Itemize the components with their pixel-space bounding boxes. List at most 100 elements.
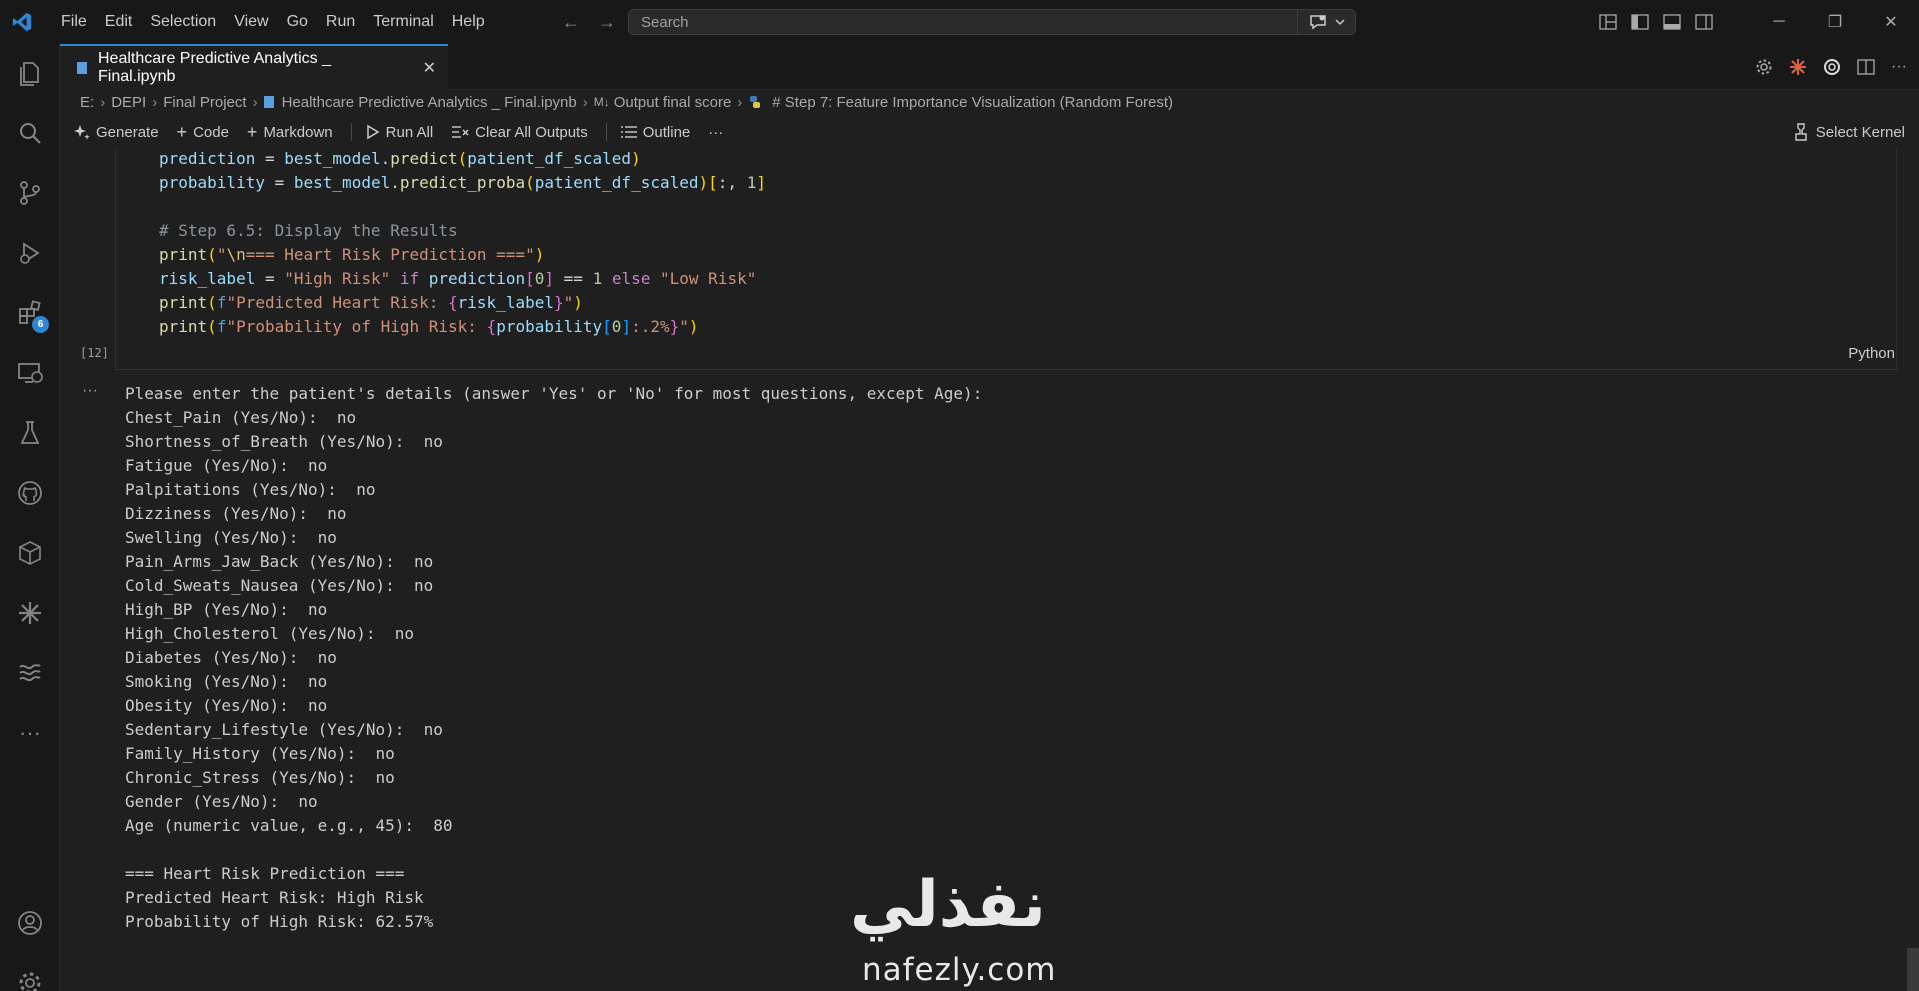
back-arrow-icon[interactable]: ← bbox=[562, 12, 580, 33]
outline-button[interactable]: Outline bbox=[620, 116, 690, 148]
extensions-icon[interactable]: 6 bbox=[0, 288, 60, 338]
menu-go[interactable]: Go bbox=[278, 0, 317, 44]
copilot-chat-button[interactable] bbox=[1297, 10, 1355, 34]
output-line: Smoking (Yes/No): no bbox=[125, 672, 328, 691]
gear-icon[interactable] bbox=[1755, 58, 1773, 76]
toolbar-divider bbox=[605, 123, 607, 141]
minimize-icon[interactable]: ─ bbox=[1751, 0, 1807, 44]
chevron-right-icon: › bbox=[252, 93, 258, 111]
output-actions-icon[interactable]: ··· bbox=[82, 382, 98, 400]
outline-icon bbox=[620, 126, 637, 138]
select-kernel-button[interactable]: Select Kernel bbox=[1794, 116, 1905, 148]
code-line[interactable]: prediction = best_model.predict(patient_… bbox=[159, 148, 641, 170]
more-toolbar-actions-icon[interactable]: ··· bbox=[708, 116, 723, 148]
notebook-file-icon bbox=[76, 62, 87, 74]
output-line: Fatigue (Yes/No): no bbox=[125, 456, 328, 475]
search-placeholder: Search bbox=[641, 13, 689, 31]
add-code-cell-button[interactable]: + Code bbox=[177, 116, 229, 148]
output-line: Gender (Yes/No): no bbox=[125, 792, 318, 811]
waves-icon[interactable] bbox=[0, 648, 60, 698]
menu-edit[interactable]: Edit bbox=[96, 0, 142, 44]
code-line[interactable]: risk_label = "High Risk" if prediction[0… bbox=[159, 268, 756, 290]
output-line: === Heart Risk Prediction === bbox=[125, 864, 405, 883]
more-actions-icon[interactable]: ··· bbox=[1891, 58, 1907, 76]
sparkle-ai-icon[interactable] bbox=[0, 588, 60, 638]
openai-icon[interactable] bbox=[1823, 58, 1841, 76]
tab-close-icon[interactable]: ✕ bbox=[423, 58, 436, 78]
output-line: Pain_Arms_Jaw_Back (Yes/No): no bbox=[125, 552, 434, 571]
breadcrumb-notebook[interactable]: Healthcare Predictive Analytics _ Final.… bbox=[282, 94, 577, 111]
chevron-right-icon: › bbox=[737, 93, 743, 111]
select-kernel-label: Select Kernel bbox=[1815, 123, 1905, 141]
output-line: Chest_Pain (Yes/No): no bbox=[125, 408, 357, 427]
kernel-icon bbox=[1795, 123, 1807, 141]
claude-icon[interactable] bbox=[1789, 58, 1807, 76]
restore-icon[interactable]: ❐ bbox=[1807, 0, 1863, 44]
clear-all-outputs-button[interactable]: Clear All Outputs bbox=[451, 116, 588, 148]
toggle-panel-icon[interactable] bbox=[1663, 14, 1681, 30]
watermark-arabic: نفذلي bbox=[850, 868, 1046, 942]
menu-selection[interactable]: Selection bbox=[141, 0, 225, 44]
command-center-search[interactable]: Search bbox=[628, 9, 1356, 35]
menu-view[interactable]: View bbox=[225, 0, 277, 44]
scrollbar-thumb[interactable] bbox=[1907, 948, 1919, 991]
markdown-label: Markdown bbox=[263, 123, 333, 141]
vscode-logo-icon bbox=[0, 0, 44, 44]
notebook-toolbar: Generate + Code + Markdown Run All Clear… bbox=[60, 116, 1919, 148]
breadcrumb: E: › DEPI › Final Project › Healthcare P… bbox=[60, 90, 1919, 114]
python-icon bbox=[750, 96, 761, 108]
clear-outputs-icon bbox=[452, 126, 469, 138]
containers-icon[interactable] bbox=[0, 528, 60, 578]
breadcrumb-depi[interactable]: DEPI bbox=[111, 94, 146, 111]
output-line: Dizziness (Yes/No): no bbox=[125, 504, 347, 523]
breadcrumb-cell[interactable]: # Step 7: Feature Importance Visualizati… bbox=[772, 94, 1173, 111]
toggle-secondary-sidebar-icon[interactable] bbox=[1695, 14, 1713, 30]
split-editor-icon[interactable] bbox=[1857, 59, 1875, 75]
notebook-file-icon bbox=[263, 96, 274, 108]
output-line: Shortness_of_Breath (Yes/No): no bbox=[125, 432, 443, 451]
settings-gear-icon[interactable] bbox=[0, 958, 60, 991]
customize-layout-icon[interactable] bbox=[1599, 14, 1617, 30]
more-views-icon[interactable]: ··· bbox=[0, 708, 60, 758]
cell-language-picker[interactable]: Python bbox=[1848, 345, 1895, 362]
github-icon[interactable] bbox=[0, 468, 60, 518]
chevron-down-icon bbox=[1334, 19, 1345, 26]
breadcrumb-section[interactable]: Output final score bbox=[614, 94, 732, 111]
toggle-primary-sidebar-icon[interactable] bbox=[1631, 14, 1649, 30]
menu-file[interactable]: File bbox=[52, 0, 96, 44]
code-line[interactable]: probability = best_model.predict_proba(p… bbox=[159, 172, 766, 194]
output-line: Obesity (Yes/No): no bbox=[125, 696, 328, 715]
run-all-button[interactable]: Run All bbox=[366, 116, 433, 148]
close-window-icon[interactable]: ✕ bbox=[1863, 0, 1919, 44]
source-control-icon[interactable] bbox=[0, 168, 60, 218]
tab-notebook[interactable]: Healthcare Predictive Analytics _ Final.… bbox=[60, 44, 448, 90]
markdown-icon: M↓ bbox=[593, 95, 610, 109]
toolbar-divider bbox=[350, 123, 352, 141]
output-line: Family_History (Yes/No): no bbox=[125, 744, 395, 763]
tab-label: Healthcare Predictive Analytics _ Final.… bbox=[97, 50, 331, 85]
forward-arrow-icon[interactable]: → bbox=[598, 12, 616, 33]
code-line[interactable]: print(f"Predicted Heart Risk: {risk_labe… bbox=[159, 292, 583, 314]
chat-icon bbox=[1309, 15, 1326, 30]
run-debug-icon[interactable] bbox=[0, 228, 60, 278]
code-line[interactable]: print(f"Probability of High Risk: {proba… bbox=[159, 316, 699, 338]
menu-help[interactable]: Help bbox=[443, 0, 494, 44]
generate-button[interactable]: Generate bbox=[74, 116, 159, 148]
breadcrumb-final-project[interactable]: Final Project bbox=[163, 94, 246, 111]
menu-terminal[interactable]: Terminal bbox=[364, 0, 442, 44]
code-line[interactable]: print("\n=== Heart Risk Prediction ===") bbox=[159, 244, 544, 266]
add-markdown-cell-button[interactable]: + Markdown bbox=[247, 116, 333, 148]
testing-flask-icon[interactable] bbox=[0, 408, 60, 458]
chevron-right-icon: › bbox=[100, 93, 106, 111]
search-icon[interactable] bbox=[0, 108, 60, 158]
menu-run[interactable]: Run bbox=[317, 0, 364, 44]
output-line: Predicted Heart Risk: High Risk bbox=[125, 888, 424, 907]
output-line: Palpitations (Yes/No): no bbox=[125, 480, 376, 499]
code-label: Code bbox=[193, 123, 229, 141]
code-comment[interactable]: # Step 6.5: Display the Results bbox=[159, 220, 458, 242]
breadcrumb-drive[interactable]: E: bbox=[80, 94, 94, 111]
remote-explorer-icon[interactable] bbox=[0, 348, 60, 398]
account-icon[interactable] bbox=[0, 898, 60, 948]
clear-all-outputs-label: Clear All Outputs bbox=[475, 123, 588, 141]
explorer-icon[interactable] bbox=[0, 49, 60, 99]
